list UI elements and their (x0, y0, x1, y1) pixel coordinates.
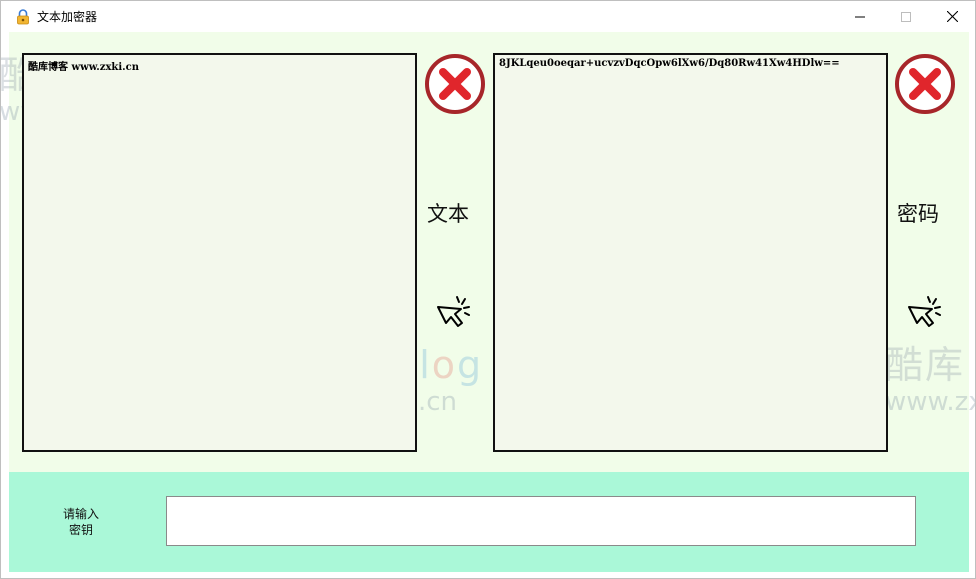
watermark: 酷库 Blog www.zxki.cn (885, 343, 975, 417)
cursor-click-icon (908, 296, 941, 327)
clear-text-button[interactable] (424, 53, 486, 115)
ciphertext-textarea[interactable]: 8JKLqeu0oeqar+ucvzvDqcOpw6lXw6/Dq80Rw41X… (493, 53, 888, 452)
key-input[interactable] (166, 496, 916, 546)
key-label: 请输入 密钥 (62, 507, 99, 537)
close-icon (946, 11, 958, 22)
clear-password-button[interactable] (894, 53, 956, 115)
close-circle-icon (895, 54, 955, 114)
cursor-click-icon (437, 296, 470, 327)
minimize-button[interactable] (837, 1, 883, 32)
encrypt-button[interactable] (433, 293, 475, 335)
window-title: 文本加密器 (37, 10, 98, 24)
app-window: 文本加密器 酷库 Blog www.zxki.cn 酷库 Blog www.zx… (0, 0, 976, 579)
plaintext-textarea[interactable]: 酷库博客 www.zxki.cn (22, 53, 417, 452)
minimize-icon (855, 16, 865, 17)
key-section: 请输入 密钥 (9, 472, 969, 572)
close-window-button[interactable] (929, 1, 975, 32)
close-circle-icon (425, 54, 485, 114)
title-bar[interactable]: 文本加密器 (1, 1, 975, 32)
plaintext-value: 酷库博客 www.zxki.cn (28, 62, 139, 73)
ciphertext-value: 8JKLqeu0oeqar+ucvzvDqcOpw6lXw6/Dq80Rw41X… (499, 58, 840, 69)
maximize-icon (901, 11, 911, 22)
text-label: 文本 (427, 202, 469, 226)
decrypt-button[interactable] (904, 293, 946, 335)
password-label: 密码 (897, 202, 939, 226)
main-area: 酷库 Blog www.zxki.cn 酷库 Blog www.zxki.cn … (1, 32, 975, 472)
maximize-button[interactable] (883, 1, 929, 32)
lock-icon (17, 8, 29, 24)
